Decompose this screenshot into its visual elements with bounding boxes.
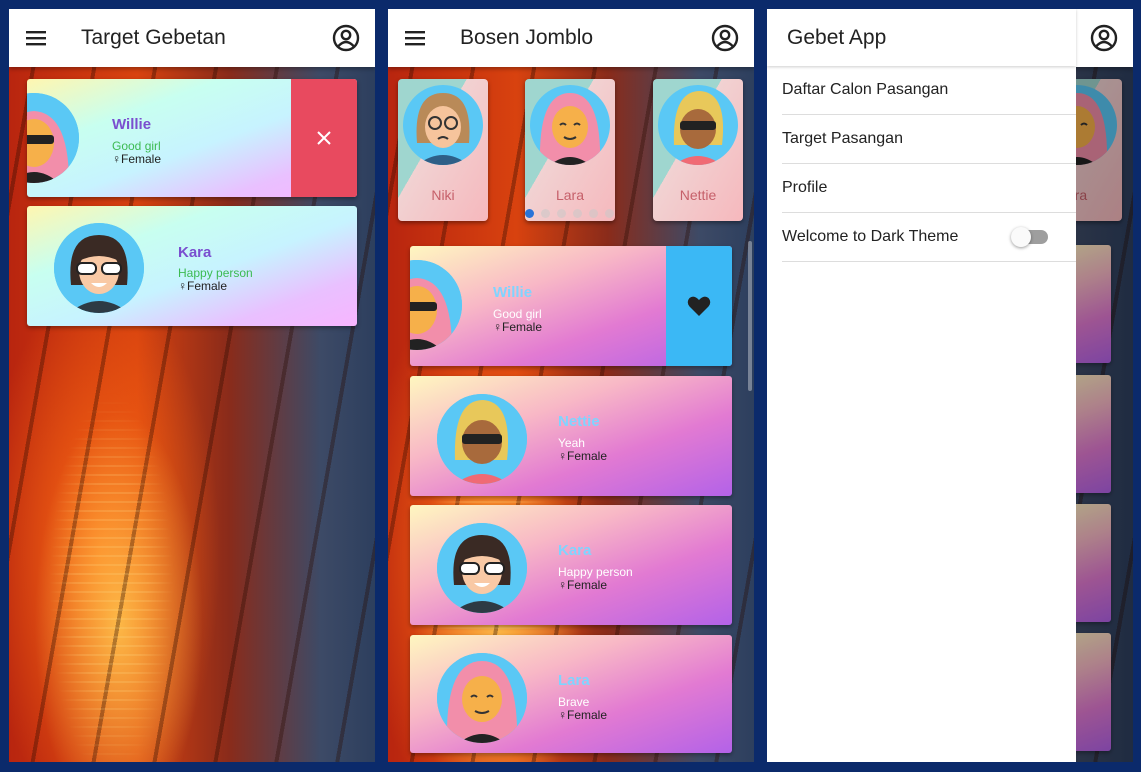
- avatar: [658, 85, 738, 165]
- carousel-item[interactable]: Lara: [525, 79, 615, 221]
- gender-text: Female: [567, 449, 608, 463]
- person-name: Kara: [178, 244, 212, 261]
- list-item[interactable]: Kara Happy person ♀Female: [410, 505, 732, 625]
- gender-text: Female: [502, 320, 543, 334]
- avatar: [437, 523, 527, 613]
- gender-label: ♀Female: [112, 152, 161, 166]
- avatar: [530, 85, 610, 165]
- female-icon: ♀: [558, 449, 567, 463]
- gender-label: ♀Female: [558, 708, 607, 722]
- indicator-dot[interactable]: [605, 209, 614, 218]
- drawer-item-profile[interactable]: Profile: [782, 164, 1076, 213]
- account-circle-icon[interactable]: [317, 9, 375, 67]
- drawer-item-label: Daftar Calon Pasangan: [782, 81, 949, 98]
- person-name: Kara: [558, 542, 592, 559]
- person-name: Willie: [112, 116, 152, 133]
- gender-text: Female: [567, 578, 608, 592]
- drawer-item-target-pasangan[interactable]: Target Pasangan: [782, 115, 1076, 164]
- gender-label: ♀Female: [178, 279, 227, 293]
- list-item[interactable]: Willie Good girl ♀Female: [410, 246, 732, 366]
- carousel-label: Nettie: [679, 187, 717, 203]
- indicator-dot[interactable]: [589, 209, 598, 218]
- carousel-label: Niki: [431, 187, 455, 203]
- close-icon: [317, 131, 331, 145]
- gender-label: ♀Female: [493, 320, 542, 334]
- female-icon: ♀: [112, 152, 121, 166]
- screen-bosen-jomblo: Bosen Jomblo Niki Lara Nettie Willie Goo…: [388, 9, 754, 762]
- heart-icon: [687, 296, 711, 316]
- drawer-item-dark-theme[interactable]: Welcome to Dark Theme: [782, 213, 1076, 262]
- gender-text: Female: [567, 708, 608, 722]
- avatar: [437, 653, 527, 743]
- navigation-drawer: Gebet App Daftar Calon Pasangan Target P…: [767, 9, 1076, 762]
- indicator-dot[interactable]: [573, 209, 582, 218]
- drawer-item-daftar-calon-pasangan[interactable]: Daftar Calon Pasangan: [782, 66, 1076, 115]
- indicator-dot[interactable]: [525, 209, 534, 218]
- gender-label: ♀Female: [558, 578, 607, 592]
- avatar: [27, 93, 79, 183]
- person-description: Happy person: [558, 565, 633, 579]
- app-bar: Bosen Jomblo: [388, 9, 754, 67]
- menu-icon[interactable]: [388, 9, 444, 67]
- drawer-item-label: Welcome to Dark Theme: [782, 228, 959, 245]
- toggle-knob: [1011, 227, 1031, 247]
- person-name: Willie: [493, 284, 533, 301]
- gender-label: ♀Female: [558, 449, 607, 463]
- page-title: Target Gebetan: [81, 26, 226, 49]
- female-icon: ♀: [558, 578, 567, 592]
- indicator-dot[interactable]: [541, 209, 550, 218]
- drawer-item-label: Target Pasangan: [782, 130, 903, 147]
- drawer-title: Gebet App: [767, 9, 1076, 66]
- carousel-item[interactable]: Nettie: [653, 79, 743, 221]
- person-description: Brave: [558, 695, 590, 709]
- scrollbar[interactable]: [748, 241, 752, 391]
- app-bar: Target Gebetan: [9, 9, 375, 67]
- indicator-dot[interactable]: [557, 209, 566, 218]
- avatar: [437, 394, 527, 484]
- female-icon: ♀: [493, 320, 502, 334]
- person-description: Happy person: [178, 266, 253, 280]
- page-title: Bosen Jomblo: [460, 26, 594, 49]
- avatar: [410, 260, 462, 350]
- account-circle-icon[interactable]: [696, 9, 754, 67]
- female-icon: ♀: [558, 708, 567, 722]
- account-circle-icon[interactable]: [1075, 9, 1133, 67]
- screen-target-gebetan: Target Gebetan Willie Good girl ♀Female …: [9, 9, 375, 762]
- person-description: Good girl: [493, 307, 542, 321]
- carousel-item[interactable]: Niki: [398, 79, 488, 221]
- drawer-item-label: Profile: [782, 179, 828, 196]
- gender-text: Female: [121, 152, 162, 166]
- screen-drawer-open: ara Gebet App Daftar Calon Pasangan Targ…: [767, 9, 1133, 762]
- dark-theme-toggle[interactable]: [1011, 227, 1048, 247]
- avatar: [403, 85, 483, 165]
- person-name: Lara: [558, 672, 590, 689]
- list-item[interactable]: Nettie Yeah ♀Female: [410, 376, 732, 496]
- delete-button[interactable]: [291, 79, 357, 197]
- carousel-label: Lara: [555, 187, 585, 203]
- list-item[interactable]: Lara Brave ♀Female: [410, 635, 732, 753]
- female-icon: ♀: [178, 279, 187, 293]
- favorite-button[interactable]: [666, 246, 732, 366]
- person-description: Yeah: [558, 436, 585, 450]
- menu-icon[interactable]: [9, 9, 65, 67]
- list-item[interactable]: Kara Happy person ♀Female: [27, 206, 357, 326]
- person-description: Good girl: [112, 139, 161, 153]
- carousel-indicator: [525, 209, 614, 218]
- gender-text: Female: [187, 279, 228, 293]
- avatar: [54, 223, 144, 313]
- list-item[interactable]: Willie Good girl ♀Female: [27, 79, 357, 197]
- person-name: Nettie: [558, 413, 600, 430]
